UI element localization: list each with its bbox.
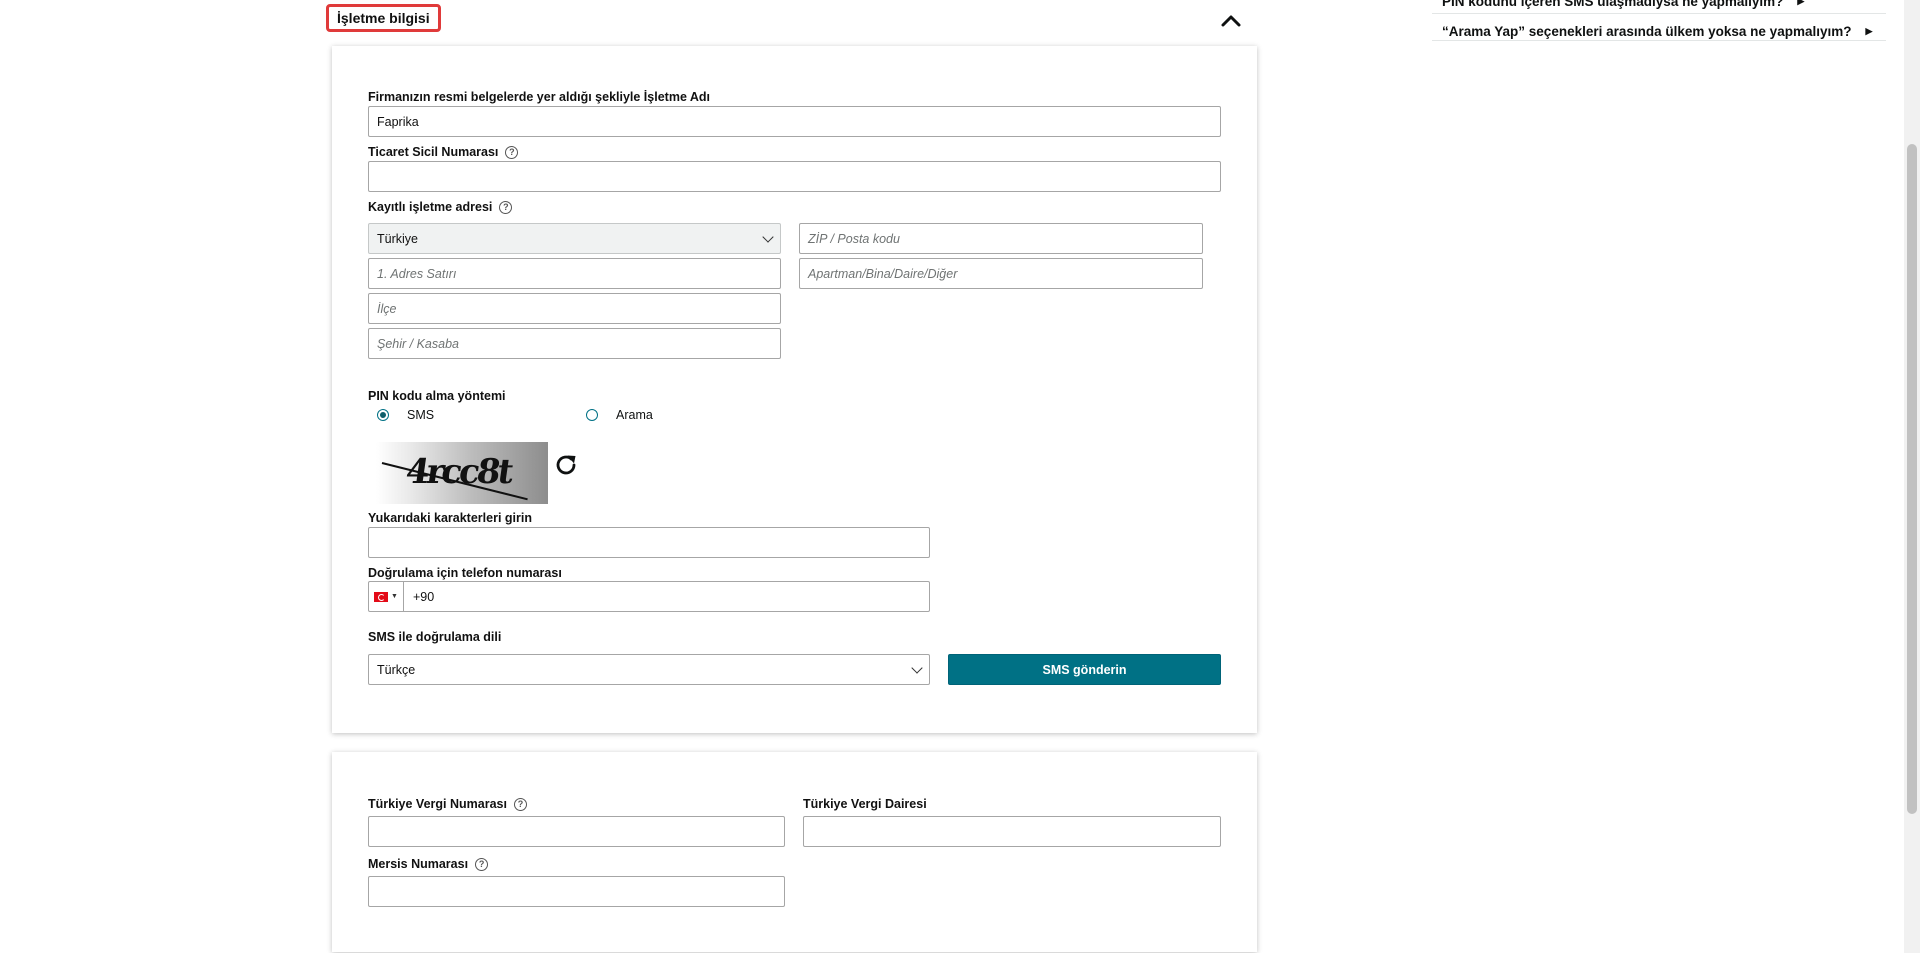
label-text: Ticaret Sicil Numarası (368, 145, 499, 159)
label-text: Kayıtlı işletme adresi (368, 200, 493, 214)
business-name-input[interactable]: Faprika (368, 106, 1221, 137)
captcha-image: 4rcc8t (376, 442, 548, 504)
help-link-sms[interactable]: PIN kodunu içeren SMS ulaşmadıysa ne yap… (1442, 0, 1804, 9)
phone-label: Doğrulama için telefon numarası (368, 566, 562, 580)
help-link-label: PIN kodunu içeren SMS ulaşmadıysa ne yap… (1442, 0, 1784, 9)
radio-selected-icon (377, 409, 389, 421)
trade-registry-input[interactable] (368, 161, 1221, 192)
phone-value: +90 (413, 589, 435, 604)
trade-registry-label: Ticaret Sicil Numarası ? (368, 145, 519, 159)
chevron-down-icon (762, 230, 774, 243)
refresh-icon[interactable] (553, 452, 579, 478)
caret-right-icon: ▶ (1797, 0, 1805, 6)
send-sms-button[interactable]: SMS gönderin (948, 654, 1221, 685)
chevron-down-icon (911, 661, 923, 674)
pin-method-label: PIN kodu alma yöntemi (368, 389, 506, 403)
label-text: Firmanızın resmi belgelerde yer aldığı ş… (368, 90, 711, 104)
help-icon[interactable]: ? (513, 797, 527, 811)
help-link-call[interactable]: “Arama Yap” seçenekleri arasında ülkem y… (1442, 24, 1872, 39)
label-text: SMS ile doğrulama dili (368, 630, 502, 644)
radio-unselected-icon (586, 409, 598, 421)
label-text: Türkiye Vergi Dairesi (803, 797, 927, 811)
tax-number-input[interactable] (368, 816, 785, 847)
caret-right-icon: ▶ (1865, 26, 1873, 36)
zip-input[interactable]: ZİP / Posta kodu (799, 223, 1203, 254)
country-value: Türkiye (377, 231, 418, 246)
label-text: PIN kodu alma yöntemi (368, 389, 506, 403)
mersis-label: Mersis Numarası ? (368, 857, 489, 871)
help-icon[interactable]: ? (505, 145, 519, 159)
radio-label: Arama (616, 408, 653, 422)
address-line1-input[interactable]: 1. Adres Satırı (368, 258, 781, 289)
divider (1432, 40, 1886, 41)
address-label: Kayıtlı işletme adresi ? (368, 200, 513, 214)
radio-sms[interactable]: SMS (377, 408, 434, 422)
help-icon[interactable]: ? (499, 200, 513, 214)
label-text: Yukarıdaki karakterleri girin (368, 511, 532, 525)
divider (1432, 13, 1886, 14)
tr-flag-icon (374, 591, 389, 602)
section-title[interactable]: İşletme bilgisi (326, 4, 441, 32)
city-input[interactable]: Şehir / Kasaba (368, 328, 781, 359)
captcha-text: 4rcc8t (403, 452, 514, 492)
business-name-label: Firmanızın resmi belgelerde yer aldığı ş… (368, 90, 710, 104)
radio-call[interactable]: Arama (586, 408, 653, 422)
sms-language-select[interactable]: Türkçe (368, 654, 930, 685)
help-link-label: “Arama Yap” seçenekleri arasında ülkem y… (1442, 24, 1852, 39)
scrollbar-thumb[interactable] (1907, 144, 1917, 814)
district-input[interactable]: İlçe (368, 293, 781, 324)
address-line2-input[interactable]: Apartman/Bina/Daire/Diğer (799, 258, 1203, 289)
chevron-up-icon[interactable] (1218, 10, 1244, 32)
radio-label: SMS (407, 408, 435, 422)
captcha-input-label: Yukarıdaki karakterleri girin (368, 511, 532, 525)
captcha-input[interactable] (368, 527, 930, 558)
sms-language-label: SMS ile doğrulama dili (368, 630, 501, 644)
country-select[interactable]: Türkiye (368, 223, 781, 254)
country-code-dropdown[interactable]: ▼ (369, 582, 404, 611)
tax-office-input[interactable] (803, 816, 1221, 847)
label-text: Mersis Numarası (368, 857, 469, 871)
tax-number-label: Türkiye Vergi Numarası ? (368, 797, 527, 811)
label-text: Türkiye Vergi Numarası (368, 797, 507, 811)
tax-info-card (332, 752, 1257, 952)
tax-office-label: Türkiye Vergi Dairesi (803, 797, 927, 811)
help-icon[interactable]: ? (475, 857, 489, 871)
label-text: Doğrulama için telefon numarası (368, 566, 562, 580)
mersis-input[interactable] (368, 876, 785, 907)
caret-down-icon: ▼ (391, 593, 398, 600)
phone-input[interactable]: ▼ +90 (368, 581, 930, 612)
language-value: Türkçe (377, 662, 416, 677)
